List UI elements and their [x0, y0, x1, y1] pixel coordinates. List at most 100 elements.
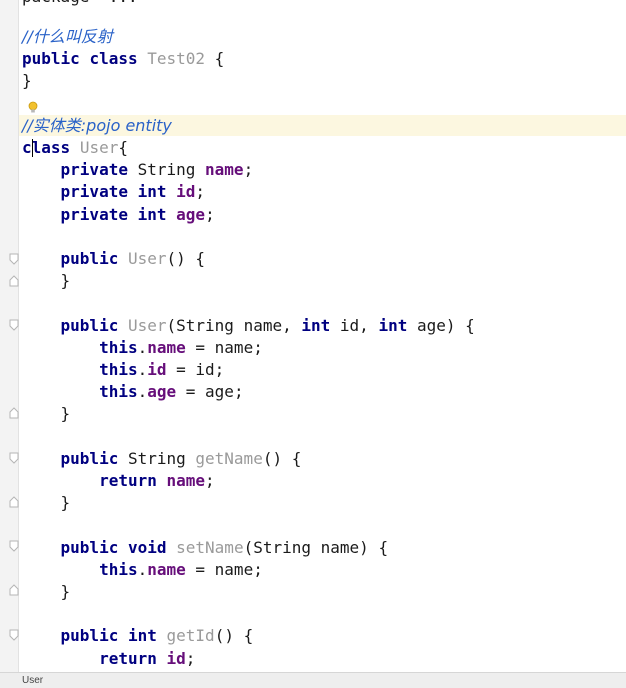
keyword-token: return — [99, 471, 157, 490]
fold-marker-icon[interactable] — [9, 540, 19, 552]
code-token: } — [22, 404, 71, 423]
code-token: () { — [214, 626, 254, 645]
code-token: ; — [205, 471, 215, 490]
code-token: () { — [166, 249, 206, 268]
code-editor[interactable]: package ... //什么叫反射 public class Test02 {… — [0, 0, 626, 688]
code-line[interactable]: public String getName() { — [22, 448, 302, 470]
field-token: id — [166, 649, 186, 668]
keyword-token: class — [22, 138, 71, 157]
code-line[interactable]: return id; — [22, 648, 195, 670]
code-line[interactable]: private String name; — [22, 159, 254, 181]
code-line[interactable]: this.name = name; — [22, 559, 263, 581]
code-line[interactable]: public User() { — [22, 248, 206, 270]
identifier-token: getName — [195, 449, 263, 468]
field-token: id — [176, 182, 196, 201]
code-line[interactable]: this.id = id; — [22, 359, 224, 381]
identifier-token: User — [79, 138, 119, 157]
code-token: ; — [195, 182, 206, 201]
keyword-token: void — [127, 538, 167, 557]
field-token: age — [147, 382, 177, 401]
fold-marker-icon[interactable] — [9, 275, 19, 287]
code-line[interactable]: return name; — [22, 470, 215, 492]
keyword-token: private — [60, 182, 128, 201]
comment-token: //什么叫反射 — [22, 27, 113, 46]
code-line[interactable]: public void setName(String name) { — [22, 537, 389, 559]
code-token: . — [137, 560, 148, 579]
code-line[interactable]: public int getId() { — [22, 625, 254, 647]
keyword-token: public — [60, 538, 119, 557]
code-line[interactable]: } — [22, 403, 71, 425]
lightbulb-icon[interactable] — [28, 100, 38, 114]
gutter-divider — [18, 0, 19, 672]
code-line[interactable]: public User(String name, int id, int age… — [22, 315, 475, 337]
code-line[interactable]: } — [22, 270, 71, 292]
fold-marker-icon[interactable] — [9, 629, 19, 641]
keyword-token: this — [99, 560, 138, 579]
keyword-token: private — [60, 205, 128, 224]
identifier-token: setName — [176, 538, 244, 557]
code-line[interactable]: public class Test02 { — [22, 48, 224, 70]
fold-marker-icon[interactable] — [9, 253, 19, 265]
fold-marker-icon[interactable] — [9, 407, 19, 419]
fold-marker-icon[interactable] — [9, 319, 19, 331]
code-token: } — [22, 271, 71, 290]
field-token: name — [147, 338, 186, 357]
keyword-token: this — [99, 382, 138, 401]
breadcrumb-item[interactable]: User — [22, 675, 43, 686]
breadcrumb-bar: User — [0, 672, 626, 688]
code-line[interactable]: class User{ — [22, 137, 128, 159]
code-token: (String name) { — [243, 538, 389, 557]
fold-marker-icon[interactable] — [9, 584, 19, 596]
keyword-token: this — [99, 360, 138, 379]
code-line[interactable]: private int id; — [22, 181, 206, 203]
fold-marker-icon[interactable] — [9, 496, 19, 508]
code-token: = id; — [166, 360, 225, 379]
code-line[interactable]: this.name = name; — [22, 337, 263, 359]
fold-marker-icon[interactable] — [9, 452, 19, 464]
partial-top-line: package ... — [22, 0, 138, 8]
code-line[interactable]: } — [22, 492, 71, 514]
code-line[interactable]: //实体类:pojo entity — [22, 115, 172, 137]
keyword-token: int — [301, 316, 331, 335]
code-token: = age; — [176, 382, 244, 401]
code-token: String — [118, 449, 196, 468]
field-token: name — [205, 160, 244, 179]
code-line[interactable]: this.age = age; — [22, 381, 244, 403]
keyword-token: class — [89, 49, 138, 68]
code-token: } — [22, 582, 71, 601]
code-line[interactable]: } — [22, 70, 32, 92]
code-token: { — [118, 138, 128, 157]
keyword-token: this — [99, 338, 138, 357]
code-token: } — [22, 71, 32, 90]
keyword-token: public — [22, 49, 80, 68]
code-line[interactable]: private int age; — [22, 204, 215, 226]
identifier-token: Test02 — [147, 49, 206, 68]
code-line[interactable]: //什么叫反射 — [22, 26, 113, 48]
code-token: ; — [243, 160, 254, 179]
code-line[interactable]: } — [22, 581, 71, 603]
keyword-token: int — [137, 182, 167, 201]
editor-gutter[interactable] — [0, 0, 18, 672]
code-token: String — [127, 160, 206, 179]
keyword-token: int — [137, 205, 167, 224]
